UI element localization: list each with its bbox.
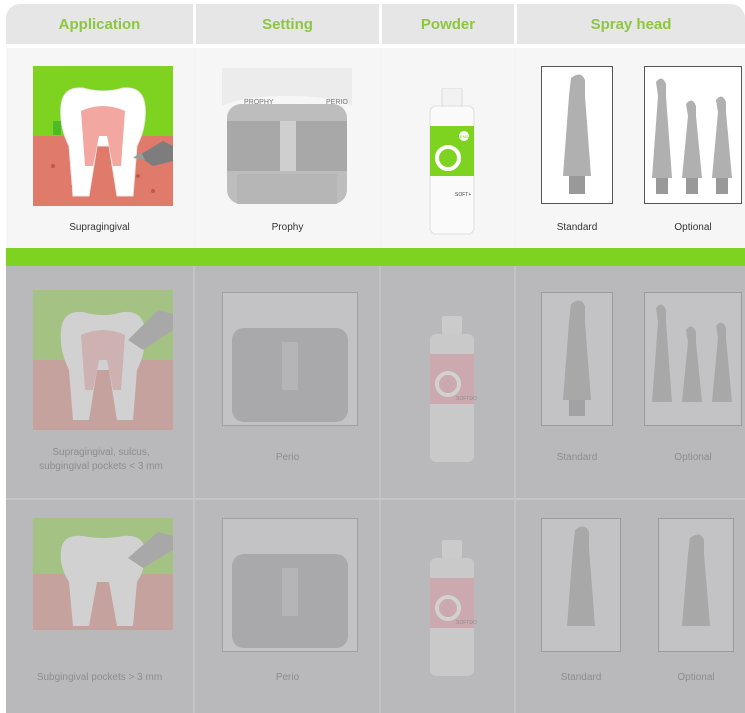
handpiece-prophy-image [222, 68, 352, 204]
active-row-indicator [6, 248, 745, 266]
spray-standard-label: Standard [556, 452, 598, 463]
header-setting: Setting [196, 4, 379, 44]
spray-head-cell: Standard Optional [517, 48, 745, 248]
header-application: Application [6, 4, 193, 44]
spray-head-optional-image [644, 66, 742, 204]
handpiece-perio-image [222, 292, 358, 426]
application-cell: Supragingival [6, 48, 193, 248]
comparison-table: Application Setting Powder Spray head Su… [6, 4, 745, 713]
table-row: Supragingival PROPHY PERIO Prophy EMS SO… [6, 48, 745, 248]
spray-optional-label: Optional [674, 222, 712, 233]
powder-brand: EMS [460, 134, 469, 139]
inactive-rows: Supragingival, sulcus, subgingival pocke… [6, 266, 745, 713]
spray-optional-label: Optional [677, 672, 715, 683]
powder-name: SOFTDO [456, 620, 477, 626]
tooth-sulcus-image [33, 290, 173, 430]
table-row: Supragingival, sulcus, subgingival pocke… [6, 266, 745, 498]
spray-head-standard-image [541, 292, 613, 426]
spray-head-optional-image [644, 292, 742, 426]
powder-name: SOFT+ [455, 192, 472, 198]
spray-standard-label: Standard [556, 222, 598, 233]
setting-label: Prophy [271, 222, 304, 233]
spray-head-optional-image [658, 518, 734, 652]
device-label-prophy: PROPHY [244, 99, 274, 106]
powder-bottle-pink-image [430, 316, 474, 462]
tooth-subgingival-image [33, 518, 173, 630]
spray-head-standard-image [541, 518, 621, 652]
tooth-supragingival-image [33, 66, 173, 206]
spray-optional-label: Optional [674, 452, 712, 463]
device-label-perio: PERIO [326, 99, 348, 106]
spray-standard-label: Standard [560, 672, 602, 683]
powder-bottle-image [429, 88, 475, 235]
powder-cell: EMS SOFT+ [382, 48, 514, 248]
table-row: Subgingival pockets > 3 mm Perio SOFTDO [6, 500, 745, 713]
setting-cell: PROPHY PERIO Prophy [196, 48, 379, 248]
setting-label: Perio [275, 672, 300, 683]
header-powder: Powder [382, 4, 514, 44]
application-label: Subgingival pockets > 3 mm [36, 672, 163, 683]
handpiece-perio-image [222, 518, 358, 652]
setting-label: Perio [275, 452, 300, 463]
header-spray-head: Spray head [517, 4, 745, 44]
spray-head-standard-image [541, 66, 613, 204]
powder-bottle-pink-image [430, 540, 474, 676]
application-label: Supragingival, sulcus, subgingival pocke… [39, 447, 163, 472]
powder-name: SOFTDO [456, 396, 477, 402]
application-label: Supragingival [69, 222, 130, 233]
